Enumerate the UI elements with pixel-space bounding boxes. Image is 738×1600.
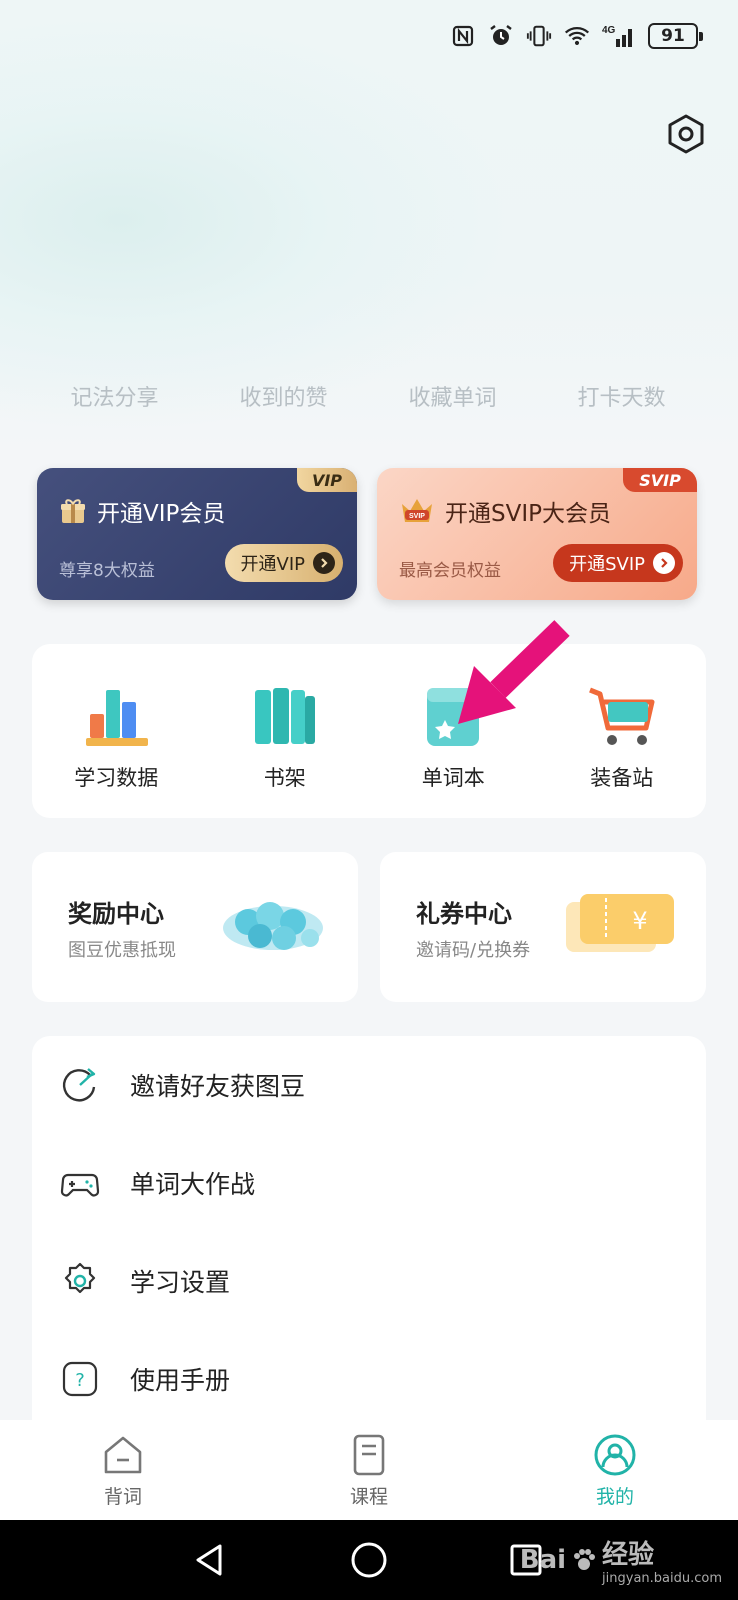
list-label: 邀请好友获图豆 <box>130 1072 306 1101</box>
hexagon-settings-icon <box>668 114 704 154</box>
list-item-study-settings[interactable]: 学习设置 <box>32 1232 706 1330</box>
feature-grid: 学习数据 书架 单词本 装备站 <box>32 644 706 818</box>
grid-item-study-data[interactable]: 学习数据 <box>32 644 201 818</box>
svg-text:SVIP: SVIP <box>409 513 425 520</box>
svip-subtitle: 最高会员权益 <box>399 561 501 581</box>
paw-icon <box>574 1549 596 1570</box>
reward-center-card[interactable]: 奖励中心 图豆优惠抵现 <box>32 852 358 1002</box>
coupon-subtitle: 邀请码/兑换券 <box>416 940 531 961</box>
vip-card[interactable]: VIP 开通VIP会员 尊享8大权益 开通VIP <box>37 468 357 600</box>
crown-icon: SVIP <box>402 499 432 522</box>
nfc-icon <box>450 23 476 49</box>
shopping-cart-icon <box>588 687 655 745</box>
bookshelf-icon <box>254 688 315 744</box>
tab-label: 背词 <box>103 1486 142 1508</box>
gift-icon <box>61 499 85 523</box>
stat-checkin-days[interactable]: 打卡天数 <box>537 380 706 412</box>
home-icon <box>104 1436 142 1474</box>
bottom-tab-bar: 背词 课程 我的 <box>0 1420 738 1520</box>
list-label: 学习设置 <box>130 1268 231 1297</box>
settings-button[interactable] <box>664 112 708 156</box>
svip-card[interactable]: SVIP SVIP 开通SVIP大会员 最高会员权益 开通SVIP <box>377 468 697 600</box>
list-label: 使用手册 <box>130 1366 231 1395</box>
svg-text:4G: 4G <box>602 25 616 36</box>
profile-icon <box>594 1434 636 1476</box>
vip-title: 开通VIP会员 <box>97 501 226 527</box>
home-circle-icon <box>351 1542 387 1578</box>
coupon-center-card[interactable]: 礼券中心 邀请码/兑换券 ¥ <box>380 852 706 1002</box>
svg-text:¥: ¥ <box>632 907 647 935</box>
gamepad-icon <box>60 1173 100 1197</box>
wifi-icon <box>564 23 590 49</box>
watermark-brand: Bai <box>519 1545 567 1575</box>
open-vip-label: 开通VIP <box>240 554 305 575</box>
help-icon: ? <box>62 1361 98 1397</box>
invite-icon <box>62 1068 96 1102</box>
home-button[interactable] <box>347 1538 391 1582</box>
tab-words[interactable]: 背词 <box>0 1420 246 1520</box>
vibrate-icon <box>526 23 552 49</box>
list-item-invite-friends[interactable]: 邀请好友获图豆 <box>32 1036 706 1134</box>
back-triangle-icon <box>196 1544 222 1576</box>
grid-label: 单词本 <box>421 766 485 790</box>
watermark: Bai 经验 jingyan.baidu.com <box>520 1534 722 1586</box>
beans-icon <box>223 902 323 950</box>
reward-title: 奖励中心 <box>68 900 164 928</box>
open-svip-button[interactable]: 开通SVIP <box>553 544 683 582</box>
menu-list: 邀请好友获图豆 单词大作战 学习设置 ? 使用手册 <box>32 1036 706 1426</box>
chevron-right-icon <box>313 552 335 574</box>
tab-label: 我的 <box>595 1486 634 1508</box>
system-nav-bar: Bai 经验 jingyan.baidu.com <box>0 1520 738 1600</box>
open-vip-button[interactable]: 开通VIP <box>224 544 343 582</box>
list-label: 单词大作战 <box>130 1170 256 1199</box>
list-item-user-manual[interactable]: ? 使用手册 <box>32 1330 706 1428</box>
stat-saved-words[interactable]: 收藏单词 <box>368 380 537 412</box>
alarm-icon <box>488 23 514 49</box>
vip-subtitle: 尊享8大权益 <box>59 561 155 581</box>
back-button[interactable] <box>188 1538 232 1582</box>
profile-stats: 记法分享 收到的赞 收藏单词 打卡天数 <box>30 380 706 412</box>
tab-label: 课程 <box>349 1486 388 1508</box>
stat-notes-shared[interactable]: 记法分享 <box>30 380 199 412</box>
watermark-brand2: 经验 <box>602 1540 655 1570</box>
grid-label: 学习数据 <box>74 766 159 790</box>
reward-subtitle: 图豆优惠抵现 <box>68 940 176 961</box>
pointer-arrow <box>458 620 570 724</box>
bar-chart-icon <box>86 690 149 746</box>
chevron-right-icon <box>653 552 675 574</box>
stat-likes-received[interactable]: 收到的赞 <box>199 380 368 412</box>
grid-item-bookshelf[interactable]: 书架 <box>201 644 370 818</box>
battery-indicator: 91 <box>648 23 703 49</box>
svip-tag: SVIP <box>623 468 697 492</box>
coupon-title: 礼券中心 <box>416 900 512 928</box>
gear-icon <box>64 1262 96 1294</box>
book-icon <box>353 1434 385 1476</box>
list-item-word-battle[interactable]: 单词大作战 <box>32 1134 706 1232</box>
svg-text:?: ? <box>75 1370 85 1391</box>
grid-label: 装备站 <box>590 766 654 790</box>
voucher-icon: ¥ <box>566 894 674 952</box>
status-bar: 4G 91 <box>450 18 703 54</box>
tab-courses[interactable]: 课程 <box>246 1420 492 1520</box>
signal-icon: 4G <box>602 23 636 49</box>
vip-tag: VIP <box>297 468 357 492</box>
svip-title: 开通SVIP大会员 <box>445 501 611 527</box>
open-svip-label: 开通SVIP <box>569 554 645 575</box>
grid-label: 书架 <box>263 766 306 790</box>
tab-mine[interactable]: 我的 <box>492 1420 738 1520</box>
watermark-url: jingyan.baidu.com <box>602 1571 722 1586</box>
